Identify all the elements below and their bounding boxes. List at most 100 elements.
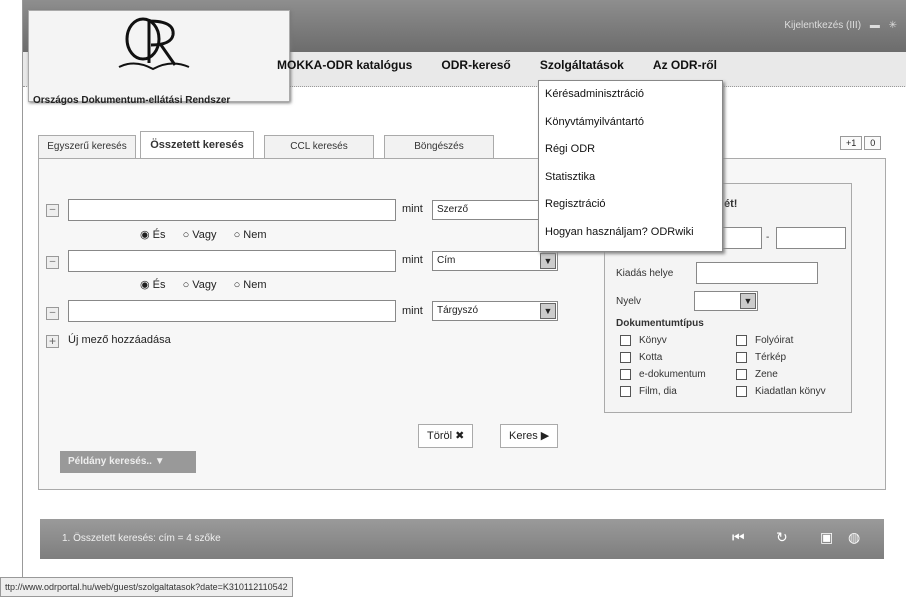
radio-nem[interactable]: ○ Nem <box>234 229 267 241</box>
pager: +1 0 <box>840 136 883 150</box>
checkbox-terkep[interactable]: Térkép <box>736 352 786 363</box>
odr-logo-icon <box>118 17 190 71</box>
instance-search-button[interactable]: Példány keresés.. ▼ <box>60 451 196 473</box>
search-input-3[interactable] <box>68 300 396 322</box>
doc-type-title: Dokumentumtípus <box>616 318 704 329</box>
kiadas-helye-label: Kiadás helye <box>616 268 674 279</box>
nav-szolgaltatasok[interactable]: Szolgáltatások <box>540 58 624 72</box>
checkbox-box <box>620 369 631 380</box>
radio-label: Nem <box>243 279 267 291</box>
add-field-icon[interactable]: + <box>46 335 59 348</box>
logout-link[interactable]: Kijelentkezés (III) <box>784 20 861 31</box>
language-select[interactable]: ▼ <box>694 291 758 311</box>
checkbox-box <box>736 335 747 346</box>
back-icon[interactable]: ⏮ <box>732 529 745 546</box>
checkbox-label: Film, dia <box>639 386 677 398</box>
mint-label: mint <box>402 203 423 215</box>
tab-ccl-search[interactable]: CCL keresés <box>264 135 374 158</box>
add-field-link[interactable]: Új mező hozzáadása <box>68 334 171 346</box>
pager-plus-button[interactable]: +1 <box>840 136 863 150</box>
checkbox-e-dokumentum[interactable]: e-dokumentum <box>620 369 706 380</box>
status-bar: ttp://www.odrportal.hu/web/guest/szolgal… <box>0 577 293 597</box>
checkbox-label: e-dokumentum <box>639 369 706 381</box>
menu-icon[interactable]: ▬ <box>870 20 880 31</box>
checkbox-box <box>620 352 631 363</box>
menu-item[interactable]: Kérésadminisztráció <box>539 81 722 109</box>
results-bar: 1. Összetett keresés: cím = 4 szőke ⏮ ↻ … <box>40 519 884 559</box>
remove-row-button[interactable]: – <box>46 307 59 320</box>
mint-label: mint <box>402 305 423 317</box>
field-select-value: Szerző <box>437 204 469 215</box>
menu-item[interactable]: Statisztika <box>539 164 722 192</box>
checkbox-label: Térkép <box>755 352 787 364</box>
menu-item[interactable]: Könyvtámyilvántartó <box>539 109 722 137</box>
checkbox-box <box>736 352 747 363</box>
radio-label: Nem <box>243 229 267 241</box>
chevron-down-icon: ▼ <box>540 303 556 319</box>
remove-row-button[interactable]: – <box>46 256 59 269</box>
mint-label: mint <box>402 254 423 266</box>
logo[interactable]: Országos Dokumentum-ellátási Rendszer <box>28 10 290 106</box>
pager-count: 0 <box>864 136 882 150</box>
globe-icon[interactable]: ◍ <box>848 529 860 546</box>
services-dropdown: Kérésadminisztráció Könyvtámyilvántartó … <box>538 80 723 252</box>
operator-radios-1: ◉ És ○ Vagy ○ Nem <box>140 228 281 241</box>
logout-area: Kijelentkezés (III) ▬ ✳ <box>778 20 897 31</box>
checkbox-label: Folyóirat <box>755 335 794 347</box>
kiadas-helye-input[interactable] <box>696 262 818 284</box>
checkbox-label: Zene <box>755 369 778 381</box>
field-select-2[interactable]: Cím ▼ <box>432 251 558 271</box>
radio-nem[interactable]: ○ Nem <box>234 279 267 291</box>
year-from-input[interactable] <box>722 227 762 249</box>
checkbox-box <box>736 369 747 380</box>
radio-vagy[interactable]: ○ Vagy <box>183 229 217 241</box>
result-line[interactable]: 1. Összetett keresés: cím = 4 szőke <box>62 533 221 544</box>
field-select-3[interactable]: Tárgyszó ▼ <box>432 301 558 321</box>
menu-item[interactable]: Regisztráció <box>539 191 722 219</box>
nyelv-label: Nyelv <box>616 296 642 307</box>
radio-es[interactable]: ◉ És <box>140 229 166 241</box>
radio-label: Vagy <box>192 279 217 291</box>
checkbox-konyv[interactable]: Könyv <box>620 335 667 346</box>
chevron-down-icon: ▼ <box>540 253 556 269</box>
search-input-2[interactable] <box>68 250 396 272</box>
operator-radios-2: ◉ És ○ Vagy ○ Nem <box>140 278 281 291</box>
dash-separator: - <box>766 232 770 243</box>
nav-mokka[interactable]: MOKKA-ODR katalógus <box>277 58 412 72</box>
field-select-1[interactable]: Szerző <box>432 200 542 220</box>
checkbox-box <box>620 335 631 346</box>
nav-az-odrrol[interactable]: Az ODR-ről <box>653 58 717 72</box>
radio-label: Vagy <box>192 229 217 241</box>
field-select-value: Cím <box>437 255 456 266</box>
nav-odr-kereso[interactable]: ODR-kereső <box>441 58 510 72</box>
search-button[interactable]: Keres ▶ <box>500 424 559 448</box>
checkbox-film-dia[interactable]: Film, dia <box>620 386 677 397</box>
checkbox-kiadatlan-konyv[interactable]: Kiadatlan könyv <box>736 386 826 397</box>
radio-label: És <box>152 229 166 241</box>
tab-simple-search[interactable]: Egyszerű keresés <box>38 135 136 158</box>
chevron-down-icon: ▼ <box>740 293 756 309</box>
checkbox-zene[interactable]: Zene <box>736 369 778 380</box>
tab-browse[interactable]: Böngészés <box>384 135 494 158</box>
menu-item[interactable]: Régi ODR <box>539 136 722 164</box>
year-to-input[interactable] <box>776 227 846 249</box>
refresh-icon[interactable]: ↻ <box>776 529 788 546</box>
flag-icon[interactable]: ✳ <box>889 20 897 31</box>
checkbox-box <box>736 386 747 397</box>
checkbox-label: Könyv <box>639 335 667 347</box>
logo-subtitle: Országos Dokumentum-ellátási Rendszer <box>33 95 231 106</box>
search-input-1[interactable] <box>68 199 396 221</box>
menu-item[interactable]: Hogyan használjam? ODRwiki <box>539 219 722 247</box>
save-icon[interactable]: ▣ <box>820 529 833 546</box>
radio-es[interactable]: ◉ És <box>140 279 166 291</box>
checkbox-kotta[interactable]: Kotta <box>620 352 662 363</box>
checkbox-folyoirat[interactable]: Folyóirat <box>736 335 793 346</box>
checkbox-box <box>620 386 631 397</box>
clear-button[interactable]: Töröl ✖ <box>418 424 474 448</box>
main-nav: MOKKA-ODR katalógus ODR-kereső Szolgálta… <box>277 58 743 72</box>
radio-label: És <box>152 279 166 291</box>
tab-advanced-search[interactable]: Összetett keresés <box>140 131 254 159</box>
radio-vagy[interactable]: ○ Vagy <box>183 279 217 291</box>
field-select-value: Tárgyszó <box>437 305 479 316</box>
remove-row-button[interactable]: – <box>46 204 59 217</box>
